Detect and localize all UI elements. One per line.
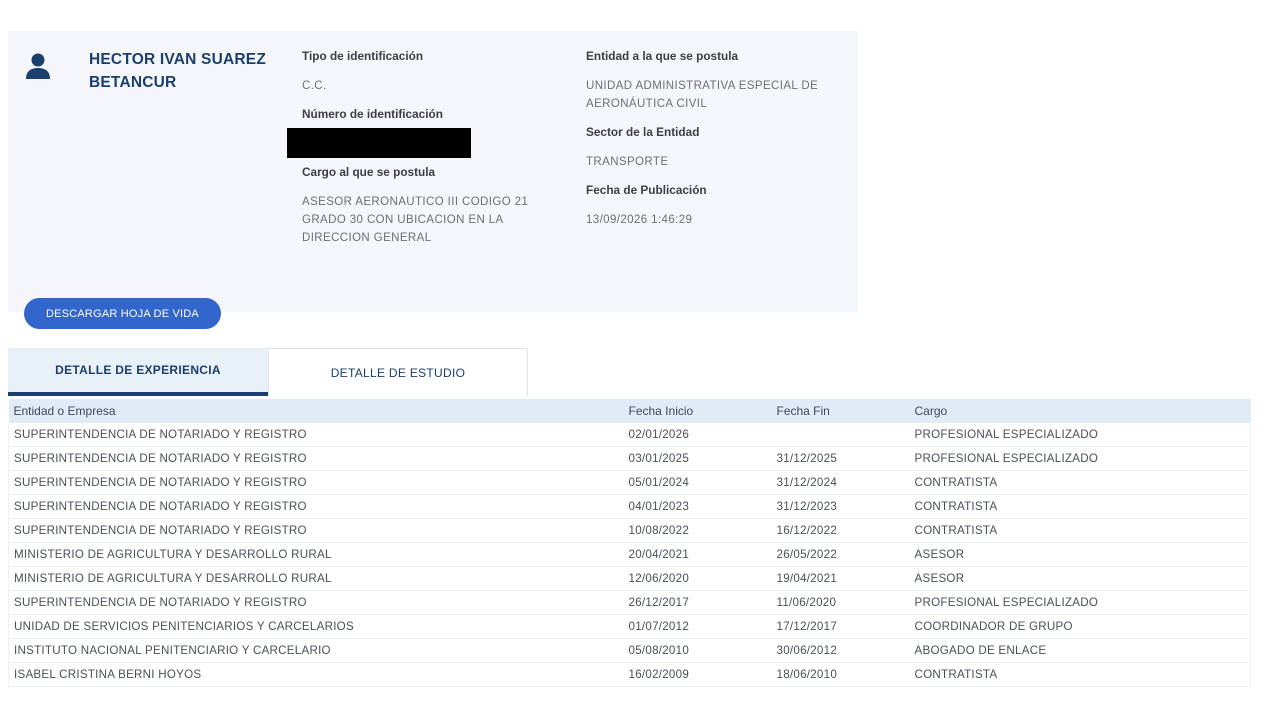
table-row: SUPERINTENDENCIA DE NOTARIADO Y REGISTRO… — [8, 518, 1251, 543]
start-date-cell: 05/01/2024 — [623, 470, 772, 495]
start-date-cell: 03/01/2025 — [623, 446, 772, 471]
table-row: SUPERINTENDENCIA DE NOTARIADO Y REGISTRO… — [8, 590, 1251, 615]
column-header-end-date: Fecha Fin — [771, 399, 910, 423]
position-cell: PROFESIONAL ESPECIALIZADO — [909, 590, 1251, 615]
position-label: Cargo al que se postula — [302, 165, 436, 179]
entity-cell: UNIDAD DE SERVICIOS PENITENCIARIOS Y CAR… — [8, 614, 624, 639]
column-header-entity: Entidad o Empresa — [8, 399, 624, 423]
entity-cell: INSTITUTO NACIONAL PENITENCIARIO Y CARCE… — [8, 638, 624, 663]
candidate-name: HECTOR IVAN SUAREZ BETANCUR — [89, 51, 266, 91]
end-date-cell: 18/06/2010 — [771, 662, 910, 687]
publication-date-value: 13/09/2026 1:46:29 — [586, 214, 693, 226]
id-type-value: C.C. — [302, 80, 327, 92]
start-date-cell: 12/06/2020 — [623, 566, 772, 591]
entity-cell: MINISTERIO DE AGRICULTURA Y DESARROLLO R… — [8, 566, 624, 591]
position-cell: ASESOR — [909, 566, 1251, 591]
entity-cell: SUPERINTENDENCIA DE NOTARIADO Y REGISTRO — [8, 494, 624, 519]
position-cell: PROFESIONAL ESPECIALIZADO — [909, 423, 1251, 447]
position-cell: CONTRATISTA — [909, 662, 1251, 687]
position-cell: CONTRATISTA — [909, 518, 1251, 543]
tab-experience[interactable]: DETALLE DE EXPERIENCIA — [8, 348, 268, 396]
table-row: SUPERINTENDENCIA DE NOTARIADO Y REGISTRO… — [8, 470, 1251, 495]
position-cell: ASESOR — [909, 542, 1251, 567]
entity-cell: SUPERINTENDENCIA DE NOTARIADO Y REGISTRO — [8, 470, 624, 495]
tab-study[interactable]: DETALLE DE ESTUDIO — [268, 348, 528, 396]
end-date-cell — [771, 423, 910, 447]
entity-value: UNIDAD ADMINISTRATIVA ESPECIAL DE AERONÁ… — [586, 80, 819, 110]
end-date-cell: 26/05/2022 — [771, 542, 910, 567]
table-row: SUPERINTENDENCIA DE NOTARIADO Y REGISTRO… — [8, 446, 1251, 471]
table-row: MINISTERIO DE AGRICULTURA Y DESARROLLO R… — [8, 566, 1251, 591]
table-row: UNIDAD DE SERVICIOS PENITENCIARIOS Y CAR… — [8, 614, 1251, 639]
table-header-row: Entidad o Empresa Fecha Inicio Fecha Fin… — [8, 399, 1251, 423]
experience-table: Entidad o Empresa Fecha Inicio Fecha Fin… — [8, 399, 1251, 687]
redacted-id-number — [287, 128, 471, 158]
position-cell: PROFESIONAL ESPECIALIZADO — [909, 446, 1251, 471]
user-icon — [26, 53, 50, 79]
entity-cell: SUPERINTENDENCIA DE NOTARIADO Y REGISTRO — [8, 423, 624, 447]
start-date-cell: 04/01/2023 — [623, 494, 772, 519]
table-row: SUPERINTENDENCIA DE NOTARIADO Y REGISTRO… — [8, 423, 1251, 447]
end-date-cell: 31/12/2024 — [771, 470, 910, 495]
position-value: ASESOR AERONAUTICO III CODIGO 21 GRADO 3… — [302, 196, 529, 244]
table-row: ISABEL CRISTINA BERNI HOYOS 16/02/2009 18/… — [8, 662, 1251, 687]
publication-date-label: Fecha de Publicación — [586, 183, 707, 197]
start-date-cell: 02/01/2026 — [623, 423, 772, 447]
position-cell: ABOGADO DE ENLACE — [909, 638, 1251, 663]
column-header-position: Cargo — [909, 399, 1251, 423]
id-number-label: Número de identificación — [302, 107, 443, 121]
end-date-cell: 11/06/2020 — [771, 590, 910, 615]
download-cv-button[interactable]: DESCARGAR HOJA DE VIDA — [24, 298, 221, 329]
entity-cell: SUPERINTENDENCIA DE NOTARIADO Y REGISTRO — [8, 518, 624, 543]
end-date-cell: 31/12/2023 — [771, 494, 910, 519]
entity-cell: MINISTERIO DE AGRICULTURA Y DESARROLLO R… — [8, 542, 624, 567]
entity-cell: SUPERINTENDENCIA DE NOTARIADO Y REGISTRO — [8, 446, 624, 471]
sector-label: Sector de la Entidad — [586, 125, 700, 139]
start-date-cell: 10/08/2022 — [623, 518, 772, 543]
entity-cell: ISABEL CRISTINA BERNI HOYOS — [8, 662, 624, 687]
end-date-cell: 30/06/2012 — [771, 638, 910, 663]
start-date-cell: 01/07/2012 — [623, 614, 772, 639]
position-cell: COORDINADOR DE GRUPO — [909, 614, 1251, 639]
table-row: MINISTERIO DE AGRICULTURA Y DESARROLLO R… — [8, 542, 1251, 567]
table-row: SUPERINTENDENCIA DE NOTARIADO Y REGISTRO… — [8, 494, 1251, 519]
position-cell: CONTRATISTA — [909, 470, 1251, 495]
sector-value: TRANSPORTE — [586, 156, 669, 168]
id-type-label: Tipo de identificación — [302, 49, 424, 63]
column-header-start-date: Fecha Inicio — [623, 399, 772, 423]
start-date-cell: 26/12/2017 — [623, 590, 772, 615]
end-date-cell: 16/12/2022 — [771, 518, 910, 543]
start-date-cell: 20/04/2021 — [623, 542, 772, 567]
table-row: INSTITUTO NACIONAL PENITENCIARIO Y CARCE… — [8, 638, 1251, 663]
start-date-cell: 05/08/2010 — [623, 638, 772, 663]
end-date-cell: 19/04/2021 — [771, 566, 910, 591]
start-date-cell: 16/02/2009 — [623, 662, 772, 687]
position-cell: CONTRATISTA — [909, 494, 1251, 519]
entity-label: Entidad a la que se postula — [586, 49, 739, 63]
end-date-cell: 17/12/2017 — [771, 614, 910, 639]
entity-cell: SUPERINTENDENCIA DE NOTARIADO Y REGISTRO — [8, 590, 624, 615]
end-date-cell: 31/12/2025 — [771, 446, 910, 471]
